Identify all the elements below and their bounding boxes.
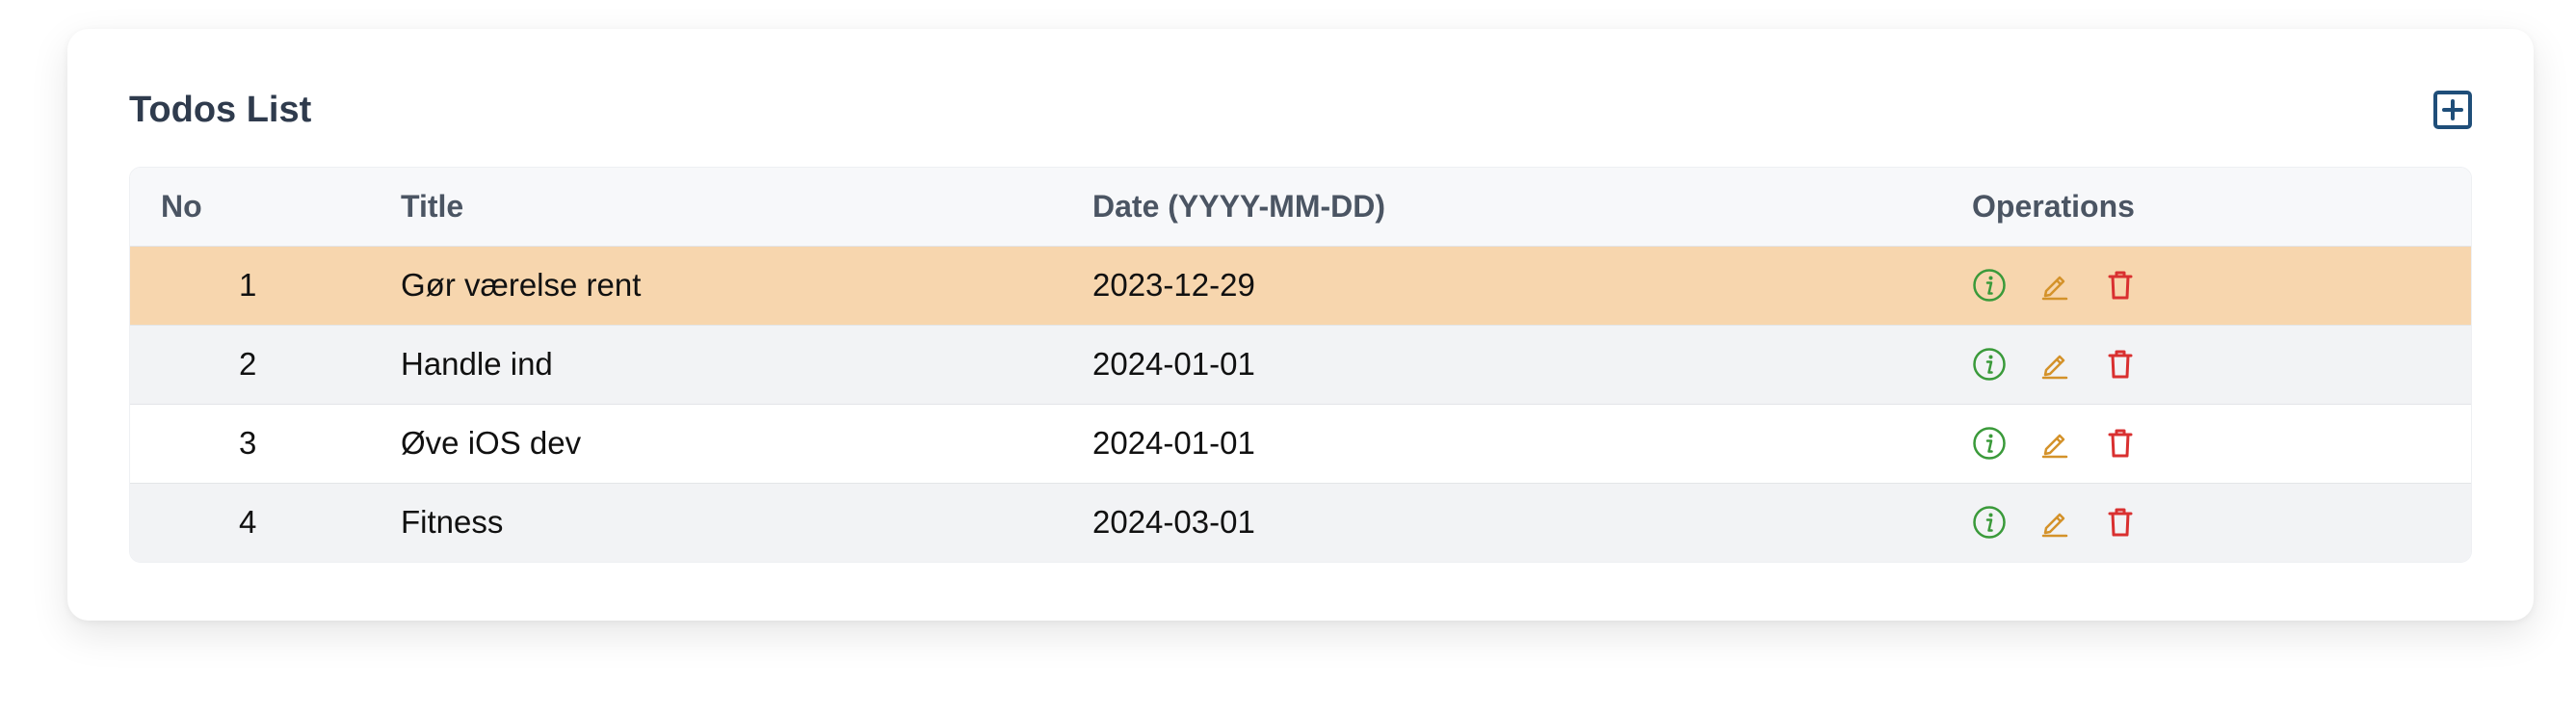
operations-group [1972, 505, 2471, 540]
info-button[interactable] [1972, 268, 2007, 303]
cell-date: 2024-03-01 [1092, 504, 1255, 541]
info-icon [1973, 269, 2006, 302]
info-icon [1973, 506, 2006, 539]
delete-button[interactable] [2103, 505, 2138, 540]
column-header-title: Title [401, 188, 464, 224]
table-row[interactable]: 4 Fitness 2024-03-01 [130, 483, 2471, 562]
delete-trash-icon [2108, 508, 2133, 537]
operations-group [1972, 268, 2471, 303]
cell-operations [1972, 246, 2471, 325]
edit-button[interactable] [2037, 268, 2072, 303]
table-row[interactable]: 2 Handle ind 2024-01-01 [130, 325, 2471, 404]
edit-button[interactable] [2037, 505, 2072, 540]
info-icon [1973, 348, 2006, 381]
cell-operations [1972, 325, 2471, 404]
cell-operations [1972, 483, 2471, 562]
add-todo-button[interactable] [2433, 91, 2472, 129]
plus-square-icon [2442, 99, 2463, 120]
cell-title: Handle ind [401, 346, 553, 382]
table-body: 1 Gør værelse rent 2023-12-29 2 Handle ind 20… [130, 246, 2471, 562]
operations-group [1972, 426, 2471, 461]
cell-date: 2024-01-01 [1092, 346, 1255, 382]
edit-button[interactable] [2037, 426, 2072, 461]
column-header-date: Date (YYYY-MM-DD) [1092, 188, 1386, 224]
info-button[interactable] [1972, 505, 2007, 540]
delete-button[interactable] [2103, 426, 2138, 461]
info-icon [1973, 427, 2006, 460]
column-header-operations: Operations [1972, 188, 2135, 224]
todos-table: No Title Date (YYYY-MM-DD) Operations 1 G… [130, 168, 2471, 562]
edit-button[interactable] [2037, 347, 2072, 382]
cell-date: 2024-01-01 [1092, 425, 1255, 461]
delete-trash-icon [2108, 350, 2133, 379]
cell-operations [1972, 404, 2471, 483]
card-header: Todos List [129, 81, 2472, 139]
table-row[interactable]: 3 Øve iOS dev 2024-01-01 [130, 404, 2471, 483]
todos-card: Todos List No Title Date (YYYY-MM-DD) Op… [67, 29, 2534, 621]
info-button[interactable] [1972, 426, 2007, 461]
cell-title: Øve iOS dev [401, 425, 582, 461]
edit-pencil-icon [2041, 276, 2068, 301]
cell-no: 3 [239, 425, 257, 461]
edit-pencil-icon [2041, 355, 2068, 380]
column-header-no: No [161, 188, 202, 224]
delete-button[interactable] [2103, 268, 2138, 303]
edit-pencil-icon [2041, 434, 2068, 459]
cell-no: 2 [239, 346, 257, 382]
cell-date: 2023-12-29 [1092, 267, 1255, 303]
cell-title: Fitness [401, 504, 504, 541]
page-title: Todos List [129, 89, 312, 130]
cell-no: 1 [239, 267, 257, 303]
table-row[interactable]: 1 Gør værelse rent 2023-12-29 [130, 246, 2471, 325]
table-header-row: No Title Date (YYYY-MM-DD) Operations [130, 168, 2471, 246]
operations-group [1972, 347, 2471, 382]
todos-table-container: No Title Date (YYYY-MM-DD) Operations 1 G… [129, 167, 2472, 563]
delete-trash-icon [2108, 271, 2133, 300]
cell-no: 4 [239, 504, 257, 541]
delete-button[interactable] [2103, 347, 2138, 382]
cell-title: Gør værelse rent [401, 267, 642, 303]
edit-pencil-icon [2041, 514, 2068, 538]
delete-trash-icon [2108, 429, 2133, 458]
info-button[interactable] [1972, 347, 2007, 382]
